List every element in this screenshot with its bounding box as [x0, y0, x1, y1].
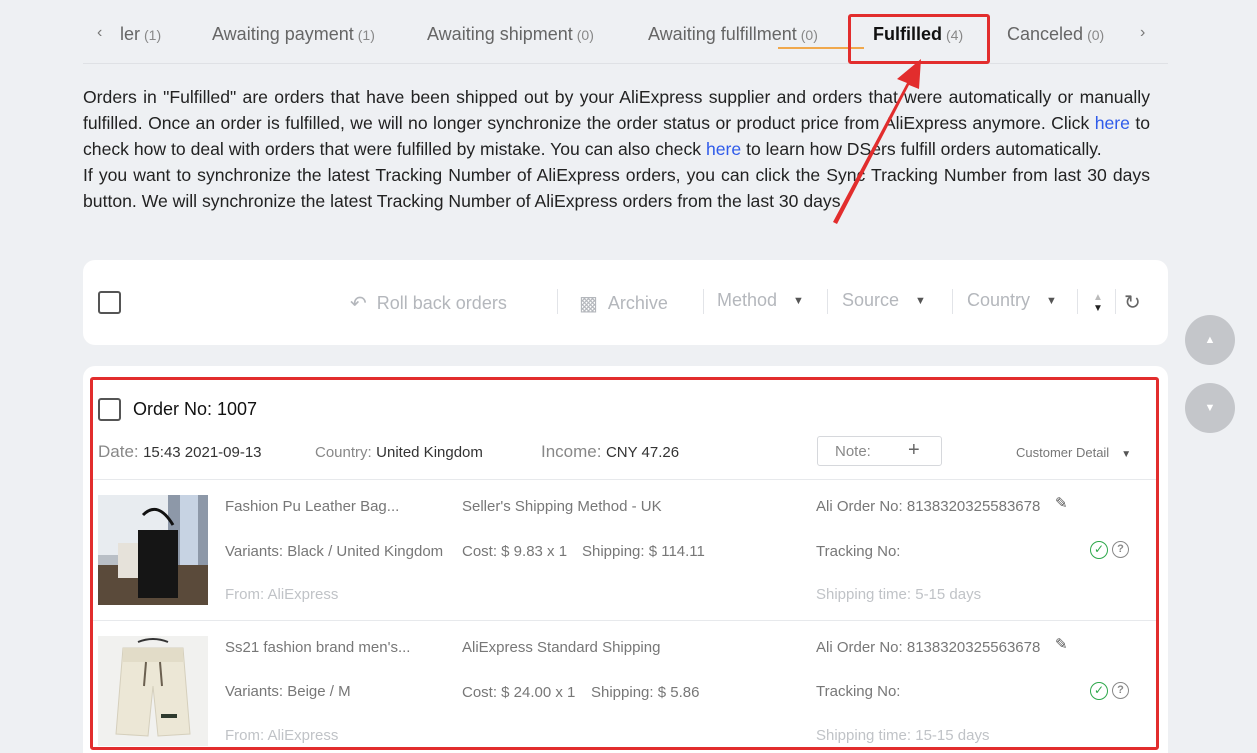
shipping-cost: Shipping: $ 5.86 [591, 684, 700, 701]
order-checkbox[interactable] [98, 398, 121, 421]
help-icon[interactable]: ? [1112, 682, 1129, 699]
toolbar-divider [1115, 289, 1116, 314]
help-icon[interactable]: ? [1112, 541, 1129, 558]
archive-icon: ▩ [579, 293, 598, 315]
order-income: Income: CNY 47.26 [541, 442, 680, 461]
help-link-auto-fulfill[interactable]: here [706, 139, 741, 159]
tab-awaiting-payment[interactable]: Awaiting payment (1) [212, 24, 375, 45]
product-image-shorts [98, 636, 208, 746]
toolbar-divider [952, 289, 953, 314]
ali-order-number: Ali Order No: 8138320325583678 [816, 498, 1041, 515]
archive-button[interactable]: ▩ Archive [579, 291, 668, 316]
method-filter-dropdown[interactable]: Method ▼ [717, 290, 804, 311]
check-circle-icon: ✓ [1090, 682, 1108, 700]
order-status-tabs: ‹ ler (1) Awaiting payment (1) Awaiting sh… [83, 14, 1168, 64]
divider [93, 479, 1156, 480]
tab-previous[interactable]: ler (1) [120, 24, 161, 45]
check-circle-icon: ✓ [1090, 541, 1108, 559]
product-title[interactable]: Ss21 fashion brand men's... [225, 639, 410, 656]
tab-awaiting-shipment[interactable]: Awaiting shipment (0) [427, 24, 594, 45]
toolbar-divider [557, 289, 558, 314]
ali-order-number: Ali Order No: 8138320325563678 [816, 639, 1041, 656]
tracking-number: Tracking No: [816, 683, 901, 700]
caret-down-icon: ▼ [1121, 449, 1132, 460]
order-date: Date: 15:43 2021-09-13 [98, 442, 262, 461]
sort-icon[interactable]: ▲ ▼ [1092, 292, 1104, 316]
scroll-down-button[interactable]: ▼ [1185, 383, 1235, 433]
rollback-orders-button[interactable]: ↶ Roll back orders [350, 291, 507, 316]
product-cost: Cost: $ 9.83 x 1 [462, 543, 568, 560]
annotation-highlight-tab [848, 14, 990, 64]
shipping-method: Seller's Shipping Method - UK [462, 498, 662, 515]
refresh-icon[interactable]: ↻ [1124, 290, 1141, 315]
shipping-cost: Shipping: $ 114.11 [582, 543, 705, 560]
fulfilled-description: Orders in "Fulfilled" are orders that ha… [83, 87, 1151, 211]
country-filter-dropdown[interactable]: Country ▼ [967, 290, 1057, 311]
tracking-number: Tracking No: [816, 543, 901, 560]
chevron-right-icon[interactable]: › [1140, 24, 1145, 42]
customer-detail-toggle[interactable]: Customer Detail ▼ [1016, 445, 1131, 460]
order-number: Order No: 1007 [133, 399, 258, 419]
edit-icon[interactable]: ✎ [1055, 635, 1068, 653]
product-title[interactable]: Fashion Pu Leather Bag... [225, 498, 399, 515]
caret-down-icon: ▼ [915, 294, 926, 307]
caret-down-icon: ▼ [793, 294, 804, 307]
product-image-bag [98, 495, 208, 605]
product-variants: Variants: Black / United Kingdom [225, 543, 444, 560]
source-filter-dropdown[interactable]: Source ▼ [842, 290, 926, 311]
undo-icon: ↶ [350, 293, 367, 315]
order-country: Country: United Kingdom [315, 444, 483, 461]
chevron-left-icon[interactable]: ‹ [97, 24, 102, 42]
toolbar-divider [827, 289, 828, 314]
product-cost: Cost: $ 24.00 x 1 [462, 684, 576, 701]
caret-down-icon: ▼ [1046, 294, 1057, 307]
shipping-time: Shipping time: 5-15 days [816, 586, 982, 603]
shipping-time: Shipping time: 15-15 days [816, 727, 990, 744]
shipping-method: AliExpress Standard Shipping [462, 639, 661, 656]
divider [93, 620, 1156, 621]
plus-icon: + [908, 439, 920, 461]
tab-awaiting-fulfillment[interactable]: Awaiting fulfillment (0) [648, 24, 818, 45]
help-link-fulfilled-mistake[interactable]: here [1095, 113, 1130, 133]
toolbar-divider [1077, 289, 1078, 314]
toolbar-divider [703, 289, 704, 314]
edit-icon[interactable]: ✎ [1055, 494, 1068, 512]
product-variants: Variants: Beige / M [225, 683, 351, 700]
product-source: From: AliExpress [225, 727, 339, 744]
select-all-checkbox[interactable] [98, 291, 121, 314]
tab-canceled[interactable]: Canceled (0) [1007, 24, 1104, 45]
product-source: From: AliExpress [225, 586, 339, 603]
scroll-up-button[interactable]: ▲ [1185, 315, 1235, 365]
add-note-button[interactable]: Note: + [817, 436, 942, 466]
